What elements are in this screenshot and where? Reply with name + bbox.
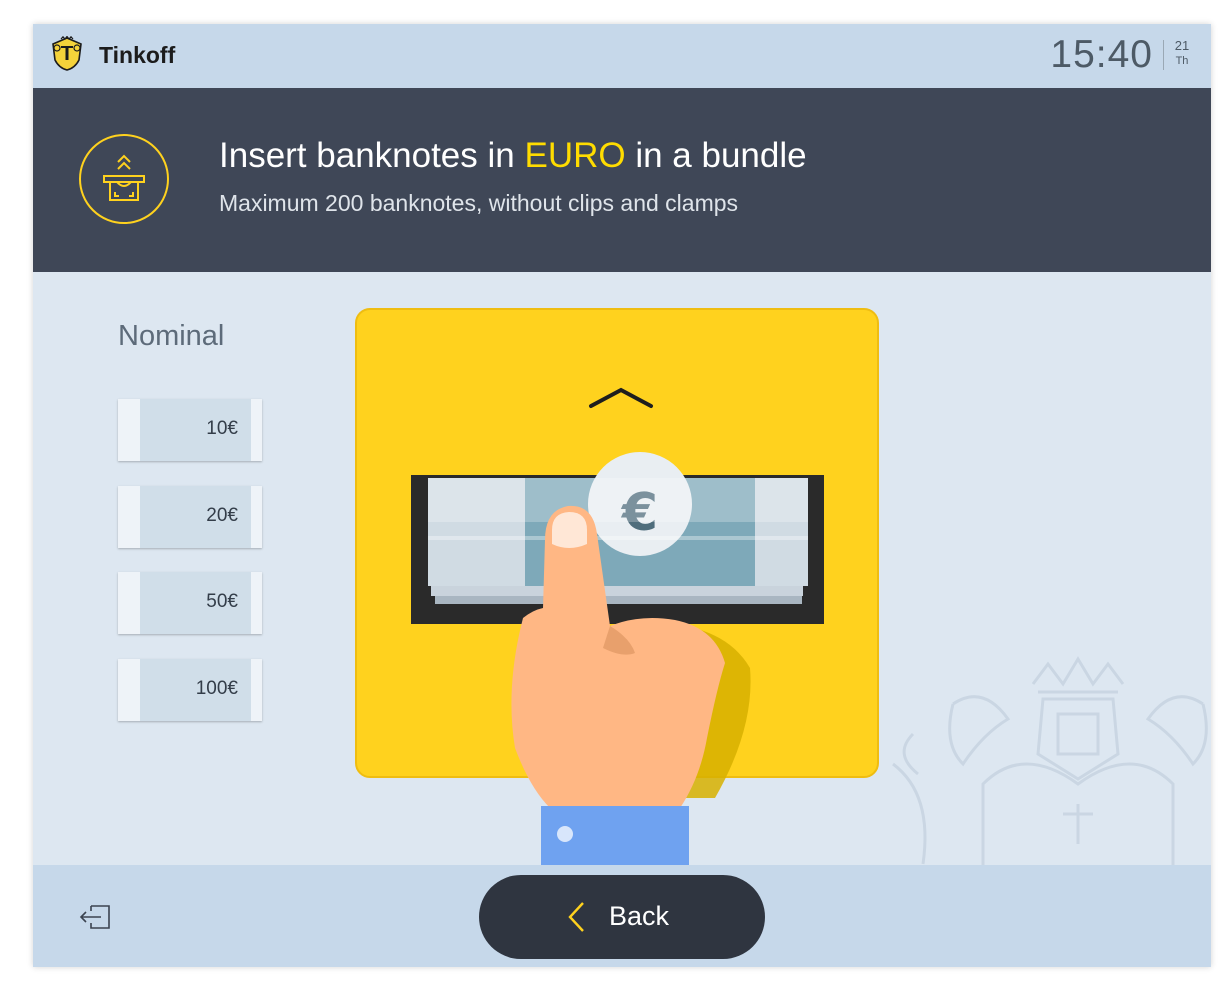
nominal-value: 50€: [206, 591, 238, 612]
atm-screen: Tinkoff 15:40 21 Th Insert banknotes in …: [33, 24, 1211, 967]
nominal-value: 20€: [206, 505, 238, 526]
back-button-label: Back: [609, 901, 670, 931]
nominal-item-20: 20€: [118, 486, 262, 548]
date-weekday: Th: [1175, 55, 1189, 67]
insert-banknotes-illustration: €: [355, 308, 879, 888]
tinkoff-logo-icon: [52, 36, 82, 71]
page-title: Insert banknotes in EURO in a bundle: [219, 136, 807, 175]
nominal-value: 100€: [195, 678, 238, 699]
top-bar: Tinkoff 15:40 21 Th: [33, 24, 1211, 88]
chevron-left-icon: [568, 902, 584, 932]
watermark-crest-icon: [892, 656, 1208, 884]
exit-icon[interactable]: [79, 902, 115, 932]
clock-divider: [1163, 40, 1164, 70]
nominal-value: 10€: [206, 418, 238, 439]
nominal-item-50: 50€: [118, 572, 262, 634]
back-button[interactable]: Back: [479, 875, 765, 959]
currency-highlight: EURO: [524, 136, 626, 175]
nominal-item-10: 10€: [118, 399, 262, 461]
date-number: 21: [1174, 38, 1190, 53]
nominal-heading: Nominal: [118, 320, 225, 352]
nominal-item-100: 100€: [118, 659, 262, 721]
clock-time: 15:40: [1050, 33, 1153, 76]
insert-banknotes-icon: [79, 134, 169, 224]
instruction-header: Insert banknotes in EURO in a bundle Max…: [33, 88, 1211, 272]
brand-name: Tinkoff: [99, 42, 176, 68]
page-subtitle: Maximum 200 banknotes, without clips and…: [219, 190, 739, 216]
